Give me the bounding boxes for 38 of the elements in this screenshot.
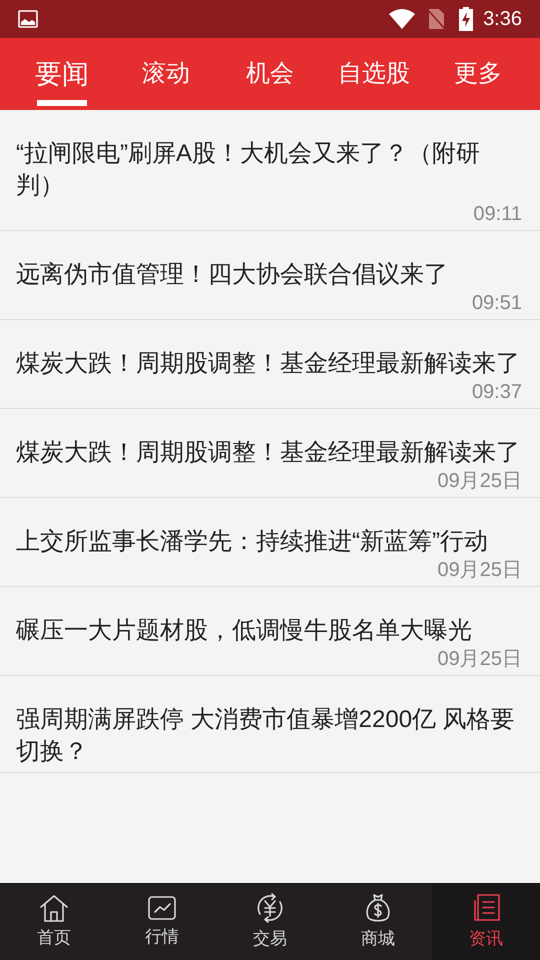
news-title: “拉闸限电”刷屏A股！大机会又来了？（附研判）	[16, 139, 481, 201]
news-title: 碾压一大片题材股，低调慢牛股名单大曝光	[16, 616, 473, 646]
chart-icon	[146, 894, 178, 922]
nav-tab[interactable]: 行情	[108, 884, 216, 960]
no-sim-icon	[427, 8, 446, 30]
news-time: 09:11	[473, 202, 522, 226]
news-time: 09月25日	[438, 647, 522, 671]
battery-charging-icon	[459, 7, 474, 31]
news-item[interactable]: 强周期满屏跌停 大消费市值暴增2200亿 风格要切换？	[0, 676, 540, 773]
news-item[interactable]: 上交所监事长潘学先：持续推进“新蓝筹”行动 09月25日	[0, 498, 540, 587]
news-title: 上交所监事长潘学先：持续推进“新蓝筹”行动	[16, 527, 489, 557]
news-title: 强周期满屏跌停 大消费市值暴增2200亿 风格要切换？	[16, 705, 516, 767]
news-title: 煤炭大跌！周期股调整！基金经理最新解读来了	[16, 349, 521, 379]
tab-indicator	[37, 100, 87, 106]
news-item[interactable]: 碾压一大片题材股，低调慢牛股名单大曝光 09月25日	[0, 587, 540, 676]
home-icon	[38, 893, 70, 924]
news-time: 09月25日	[438, 558, 522, 582]
news-tab[interactable]: 要闻	[10, 38, 114, 110]
news-time: 09:51	[472, 291, 522, 315]
news-item[interactable]: 远离伪市值管理！四大协会联合倡议来了 09:51	[0, 231, 540, 320]
news-tab[interactable]: 机会	[218, 38, 322, 110]
nav-tab[interactable]: 资讯	[432, 884, 540, 960]
news-tab[interactable]: 更多	[426, 38, 530, 110]
news-title: 煤炭大跌！周期股调整！基金经理最新解读来了	[16, 438, 521, 468]
wifi-icon	[389, 9, 416, 29]
news-item[interactable]: “拉闸限电”刷屏A股！大机会又来了？（附研判） 09:11	[0, 110, 540, 231]
news-tab[interactable]: 滚动	[114, 38, 218, 110]
news-tab[interactable]: 自选股	[322, 38, 426, 110]
news-time: 09:37	[472, 380, 522, 404]
nav-tab[interactable]: 商城	[324, 884, 432, 960]
status-time: 3:36	[483, 7, 522, 32]
nav-tab[interactable]: 首页	[0, 884, 108, 960]
news-title: 远离伪市值管理！四大协会联合倡议来了	[16, 260, 449, 290]
image-icon	[18, 10, 38, 28]
nav-tab[interactable]: 交易	[216, 884, 324, 960]
news-item[interactable]: 煤炭大跌！周期股调整！基金经理最新解读来了 09:37	[0, 320, 540, 409]
news-time: 09月25日	[438, 469, 522, 493]
news-item[interactable]: 煤炭大跌！周期股调整！基金经理最新解读来了 09月25日	[0, 409, 540, 498]
